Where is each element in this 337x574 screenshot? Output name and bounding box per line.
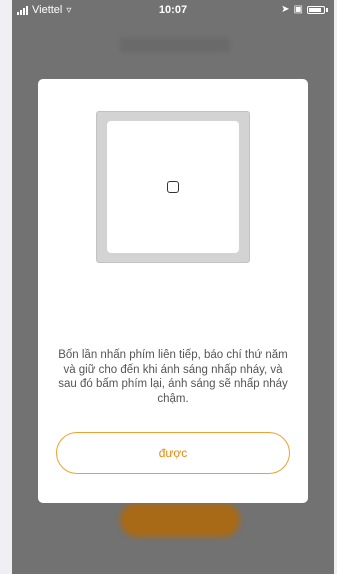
instruction-dialog: Bốn lần nhấn phím liên tiếp, báo chí thứ… (38, 79, 308, 503)
status-bar: Viettel ▿ 10:07 ➤ ▣ (12, 0, 334, 20)
device-panel (107, 121, 239, 253)
background-button (120, 503, 240, 537)
device-button-icon (167, 181, 179, 193)
battery-tip (326, 7, 328, 12)
instruction-text: Bốn lần nhấn phím liên tiếp, báo chí thứ… (58, 349, 288, 405)
device-illustration (96, 111, 250, 263)
background-title (120, 38, 230, 52)
ok-button[interactable]: được (56, 432, 290, 474)
location-icon: ➤ (281, 4, 290, 15)
alarm-icon: ▣ (293, 4, 303, 15)
status-right: ➤ ▣ (281, 4, 328, 15)
battery-icon (307, 5, 325, 14)
phone-screen: Viettel ▿ 10:07 ➤ ▣ Bốn lần nhấn phím li… (12, 0, 334, 574)
